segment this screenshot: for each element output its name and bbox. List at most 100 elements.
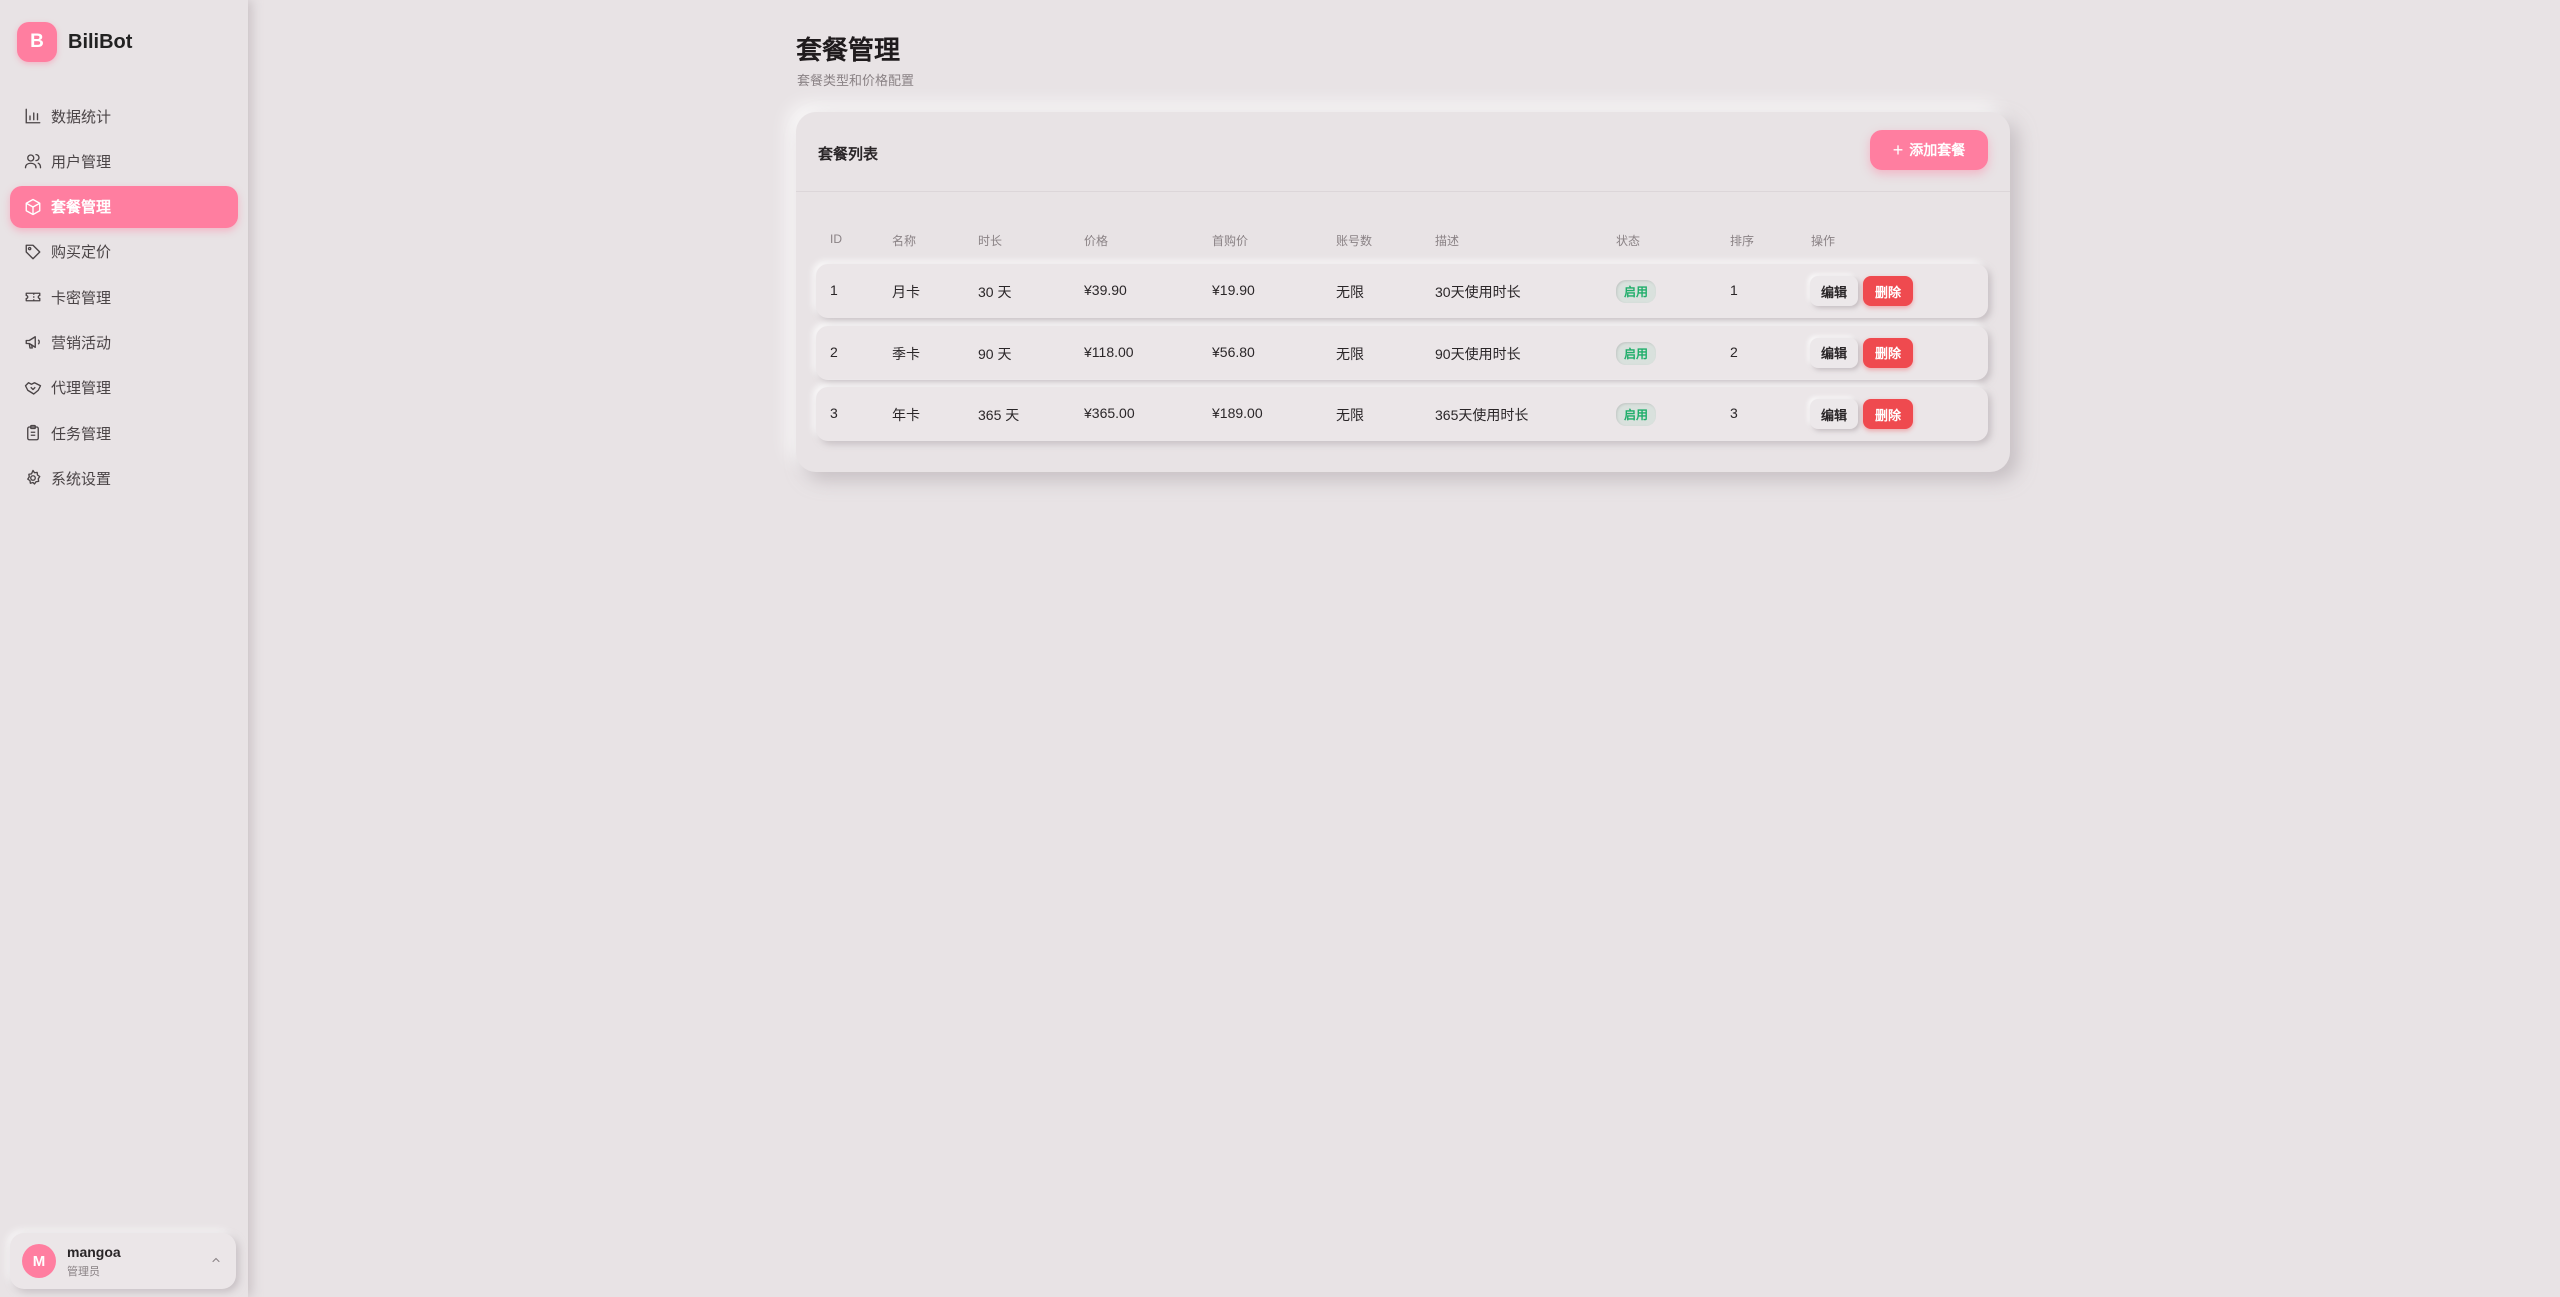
column-header-ops: 操作 — [1811, 234, 1836, 248]
table-header: ID 名称 时长 价格 首购价 账号数 描述 状态 排序 操作 — [816, 232, 1988, 252]
sidebar-item-users[interactable]: 用户管理 — [10, 140, 238, 182]
column-header-sort: 排序 — [1730, 234, 1755, 248]
delete-button[interactable]: 删除 — [1863, 399, 1913, 429]
cell-ops: 编辑 删除 — [1810, 276, 1913, 306]
brand-name: BiliBot — [68, 30, 133, 53]
cell-status: 启用 — [1616, 403, 1657, 426]
page-subtitle: 套餐类型和价格配置 — [797, 73, 915, 88]
plus-icon: + — [1892, 139, 1904, 160]
status-badge: 启用 — [1616, 403, 1657, 426]
cell-accounts: 无限 — [1336, 284, 1364, 300]
sidebar-item-packages[interactable]: 套餐管理 — [10, 185, 238, 228]
sidebar-item-settings[interactable]: 系统设置 — [10, 457, 238, 499]
sidebar-item-label: 任务管理 — [51, 425, 112, 443]
sidebar-item-cards[interactable]: 卡密管理 — [10, 276, 238, 318]
brand[interactable]: B BiliBot — [17, 22, 132, 62]
sidebar-item-agents[interactable]: 代理管理 — [10, 367, 238, 409]
sidebar: B BiliBot 数据统计 用户管理 套餐管理 购买定价 卡密管理 营销活动 — [0, 0, 248, 1297]
sidebar-nav: 数据统计 用户管理 套餐管理 购买定价 卡密管理 营销活动 代理管理 任务管理 — [10, 95, 238, 503]
package-list-card: 套餐列表 + 添加套餐 ID 名称 时长 价格 首购价 账号数 描述 状态 排序… — [796, 112, 2010, 472]
table-body: 1 月卡 30 天 ¥39.90 ¥19.90 无限 30天使用时长 启用 1 … — [816, 264, 1988, 449]
sidebar-item-pricing[interactable]: 购买定价 — [10, 231, 238, 273]
cell-first-price: ¥56.80 — [1212, 343, 1255, 360]
sidebar-item-label: 数据统计 — [51, 108, 112, 126]
cell-accounts: 无限 — [1336, 407, 1364, 423]
cell-id: 3 — [830, 405, 838, 421]
cell-duration: 30 天 — [978, 284, 1012, 300]
cell-name: 季卡 — [892, 345, 920, 362]
cell-id: 2 — [830, 343, 838, 360]
column-header-status: 状态 — [1616, 234, 1641, 248]
users-icon — [24, 154, 42, 169]
cell-status: 启用 — [1616, 280, 1657, 303]
user-menu[interactable]: M mangoa 管理员 — [10, 1233, 236, 1289]
cell-sort: 3 — [1730, 405, 1738, 421]
user-name: mangoa — [67, 1243, 121, 1260]
cell-desc: 365天使用时长 — [1435, 407, 1529, 423]
sidebar-item-stats[interactable]: 数据统计 — [10, 95, 238, 137]
column-header-first-price: 首购价 — [1212, 234, 1249, 248]
cell-sort: 1 — [1730, 282, 1738, 298]
cell-name: 月卡 — [892, 284, 920, 300]
sidebar-item-label: 用户管理 — [51, 153, 112, 171]
delete-button[interactable]: 删除 — [1863, 337, 1913, 368]
status-badge: 启用 — [1616, 341, 1657, 365]
table-row[interactable]: 1 月卡 30 天 ¥39.90 ¥19.90 无限 30天使用时长 启用 1 … — [816, 264, 1988, 318]
page-title: 套餐管理 — [796, 35, 901, 65]
sidebar-item-label: 购买定价 — [51, 244, 112, 262]
sidebar-item-label: 卡密管理 — [51, 289, 112, 307]
column-header-desc: 描述 — [1435, 234, 1460, 248]
sidebar-item-label: 营销活动 — [51, 334, 112, 352]
handshake-icon — [24, 381, 42, 395]
brand-logo: B — [17, 22, 57, 62]
cell-first-price: ¥189.00 — [1212, 405, 1263, 421]
cell-id: 1 — [830, 282, 838, 298]
gear-icon — [27, 470, 41, 486]
add-package-label: 添加套餐 — [1909, 142, 1966, 158]
column-header-price: 价格 — [1084, 234, 1109, 248]
cell-sort: 2 — [1730, 343, 1738, 360]
card-header: 套餐列表 + 添加套餐 — [796, 112, 2010, 192]
cell-name: 年卡 — [892, 407, 920, 423]
package-icon — [25, 198, 41, 215]
cell-desc: 30天使用时长 — [1435, 284, 1521, 300]
table-row[interactable]: 2 季卡 90 天 ¥118.00 ¥56.80 无限 90天使用时长 启用 2… — [816, 325, 1988, 380]
avatar: M — [22, 1244, 56, 1278]
chevron-up-icon[interactable] — [210, 1254, 222, 1266]
add-package-button[interactable]: + 添加套餐 — [1870, 130, 1988, 170]
cell-price: ¥39.90 — [1084, 282, 1127, 298]
cell-ops: 编辑 删除 — [1810, 399, 1913, 429]
edit-button[interactable]: 编辑 — [1810, 399, 1858, 429]
cell-status: 启用 — [1616, 341, 1657, 365]
column-header-id: ID — [830, 232, 842, 246]
user-info: mangoa 管理员 — [67, 1244, 121, 1279]
edit-button[interactable]: 编辑 — [1810, 276, 1858, 306]
tag-icon — [25, 244, 41, 260]
ticket-icon — [25, 292, 41, 302]
cell-desc: 90天使用时长 — [1435, 345, 1521, 362]
bar-chart-icon — [25, 108, 41, 124]
sidebar-item-label: 代理管理 — [51, 380, 112, 398]
sidebar-item-marketing[interactable]: 营销活动 — [10, 321, 238, 363]
delete-button[interactable]: 删除 — [1863, 276, 1913, 306]
sidebar-item-label: 套餐管理 — [51, 199, 112, 217]
cell-ops: 编辑 删除 — [1810, 337, 1913, 368]
cell-price: ¥365.00 — [1084, 405, 1135, 421]
sidebar-item-tasks[interactable]: 任务管理 — [10, 412, 238, 454]
cell-first-price: ¥19.90 — [1212, 282, 1255, 298]
cell-price: ¥118.00 — [1084, 343, 1134, 360]
cell-duration: 90 天 — [978, 345, 1012, 362]
user-role: 管理员 — [67, 1265, 100, 1278]
edit-button[interactable]: 编辑 — [1810, 337, 1858, 368]
status-badge: 启用 — [1616, 280, 1657, 303]
column-header-duration: 时长 — [978, 234, 1003, 248]
cell-duration: 365 天 — [978, 407, 1020, 423]
column-header-name: 名称 — [892, 234, 917, 248]
megaphone-icon — [25, 336, 40, 350]
cell-accounts: 无限 — [1336, 345, 1364, 362]
sidebar-item-label: 系统设置 — [51, 470, 112, 488]
card-title: 套餐列表 — [818, 146, 879, 163]
clipboard-icon — [27, 424, 39, 441]
table-row[interactable]: 3 年卡 365 天 ¥365.00 ¥189.00 无限 365天使用时长 启… — [816, 387, 1988, 441]
column-header-accounts: 账号数 — [1336, 234, 1373, 248]
